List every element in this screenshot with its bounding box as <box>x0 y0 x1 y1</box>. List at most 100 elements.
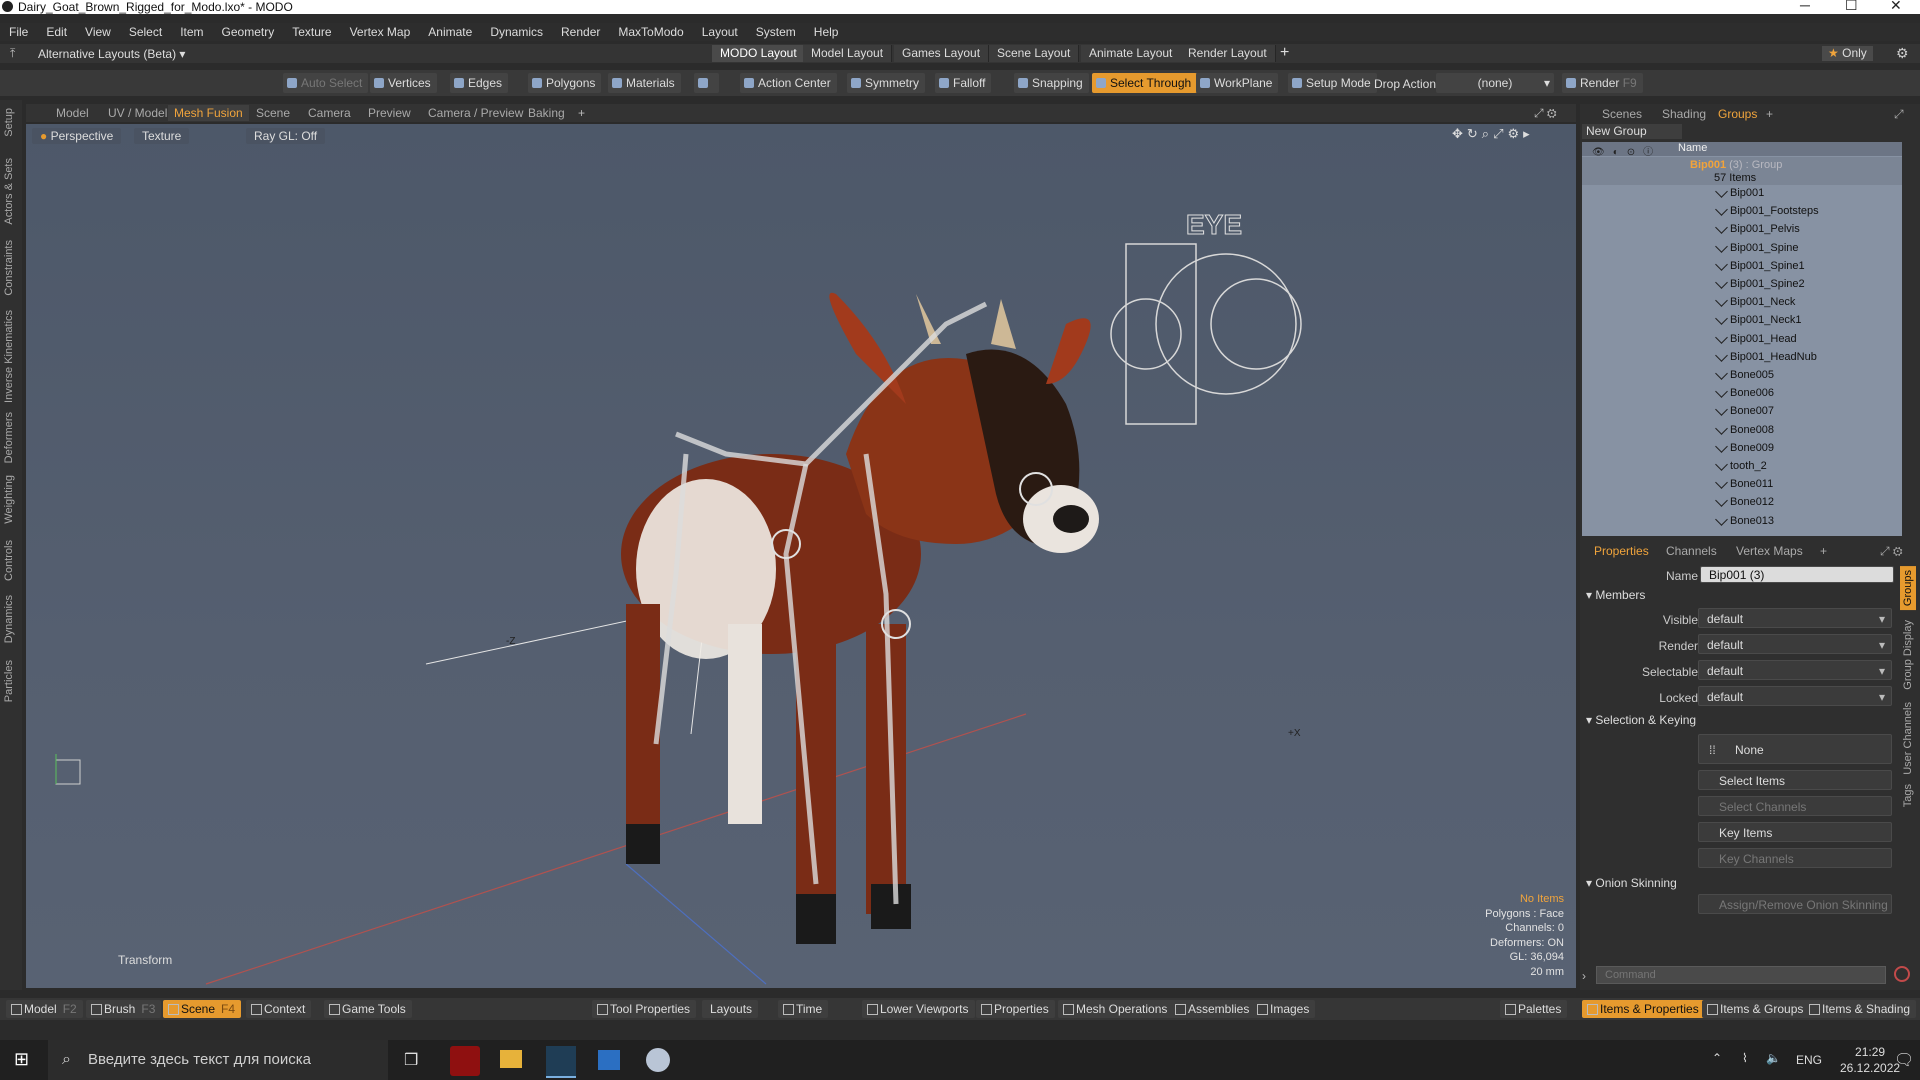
vtab-dynamics[interactable]: Dynamics <box>3 595 15 643</box>
group-list-item[interactable]: Bone011 <box>1715 476 1773 493</box>
workplane-button[interactable]: WorkPlane <box>1196 73 1279 93</box>
expand-viewport-icon[interactable]: ⤢ ⚙ <box>1528 105 1563 121</box>
tab-channels[interactable]: Channels <box>1666 544 1717 558</box>
vtab-inverse-kinematics[interactable]: Inverse Kinematics <box>3 310 15 403</box>
menu-view[interactable]: View <box>85 25 111 39</box>
tab-scene[interactable]: Scene <box>250 105 296 121</box>
layout-arrow-icon[interactable]: ⤒ <box>10 46 15 61</box>
groups-list[interactable]: Name 👁◐⊙ⓘ Bip001 (3) : Group 57 Items Bi… <box>1582 142 1902 536</box>
falloff-button[interactable]: Falloff <box>935 73 992 93</box>
name-column-header[interactable]: Name <box>1678 142 1707 154</box>
only-button[interactable]: ★ Only <box>1822 46 1873 61</box>
tab-preview[interactable]: Preview <box>362 105 417 121</box>
group-list-item[interactable]: Bip001_Spine1 <box>1715 257 1805 275</box>
taskbar-clock[interactable]: 21:29 26.12.2022 <box>1840 1044 1900 1076</box>
group-list-item[interactable]: Bone008 <box>1715 421 1774 439</box>
tab-uv-model[interactable]: UV / Model <box>102 105 173 121</box>
mesh-operations-button[interactable]: Mesh Operations <box>1058 1000 1174 1018</box>
group-list-item[interactable]: Bone005 <box>1715 367 1774 384</box>
symmetry-button[interactable]: Symmetry <box>847 73 925 93</box>
key-channels-button[interactable]: Key Channels <box>1698 848 1892 868</box>
tab-camera[interactable]: Camera <box>302 105 357 121</box>
items-shading-button[interactable]: Items & Shading <box>1804 1000 1917 1018</box>
menu-render[interactable]: Render <box>561 25 600 39</box>
alternative-layouts-dropdown[interactable]: Alternative Layouts (Beta) ▾ <box>38 47 185 61</box>
side-tab-user-channels[interactable]: User Channels <box>1902 702 1914 775</box>
menu-edit[interactable]: Edit <box>46 25 67 39</box>
side-tab-tags[interactable]: Tags <box>1902 784 1914 807</box>
menu-vertex-map[interactable]: Vertex Map <box>350 25 411 39</box>
auto-select-button[interactable]: Auto Select <box>283 73 369 93</box>
visibility-column-icons[interactable]: 👁◐⊙ⓘ <box>1592 143 1661 158</box>
tab-vertex-maps[interactable]: Vertex Maps <box>1736 544 1803 558</box>
opera-taskbar-icon[interactable] <box>450 1046 480 1076</box>
group-list-item[interactable]: Bip001_Footsteps <box>1715 203 1819 220</box>
tab-model[interactable]: Model <box>50 105 95 121</box>
menu-animate[interactable]: Animate <box>428 25 472 39</box>
time-button[interactable]: Time <box>778 1000 829 1018</box>
selection-keying-section[interactable]: ▾ Selection & Keying <box>1586 713 1696 727</box>
vtab-weighting[interactable]: Weighting <box>3 475 15 524</box>
properties-button[interactable]: Properties <box>976 1000 1055 1018</box>
tool-properties-button[interactable]: Tool Properties <box>592 1000 697 1018</box>
drop-action-dropdown[interactable]: (none) ▾ <box>1436 73 1554 93</box>
group-list-item[interactable]: Bip001_Spine <box>1715 239 1799 257</box>
group-list-item[interactable]: Bone009 <box>1715 439 1774 457</box>
items-properties-button[interactable]: Items & Properties <box>1582 1000 1705 1018</box>
model-button[interactable]: Model F2 <box>6 1000 83 1018</box>
task-view-icon[interactable]: ❒ <box>404 1050 418 1070</box>
tab-mesh-fusion[interactable]: Mesh Fusion <box>168 105 249 121</box>
command-input[interactable] <box>1596 966 1886 984</box>
palettes-button[interactable]: Palettes <box>1500 1000 1568 1018</box>
close-icon[interactable]: ✕ <box>1890 0 1902 14</box>
new-group-button[interactable]: New Group <box>1582 124 1682 139</box>
menu-maxtomodo[interactable]: MaxToModo <box>618 25 683 39</box>
speaker-icon[interactable]: 🔈 <box>1766 1051 1781 1065</box>
menu-select[interactable]: Select <box>129 25 162 39</box>
notifications-icon[interactable]: 🗨 <box>1894 1050 1914 1070</box>
selection-sets-button[interactable] <box>694 73 720 93</box>
expand-panel-icon[interactable]: ⤢ <box>1888 106 1910 122</box>
selection-set-none[interactable]: ⁞⁞ None <box>1698 734 1892 764</box>
group-list-item[interactable]: Bip001 <box>1715 185 1764 202</box>
vertices-button[interactable]: Vertices <box>370 73 437 93</box>
props-expand-icon[interactable]: ⤢ ⚙ <box>1880 544 1903 559</box>
select-through-button[interactable]: Select Through <box>1092 73 1198 93</box>
3d-viewport[interactable]: ● Perspective Texture Ray GL: Off ✥↻⌕⤢⚙▸ <box>26 124 1576 988</box>
context-button[interactable]: Context <box>246 1000 312 1018</box>
add-props-tab-icon[interactable]: + <box>1820 544 1827 558</box>
select-items-button[interactable]: Select Items <box>1698 770 1892 790</box>
group-list-item[interactable]: tooth_2 <box>1715 458 1767 475</box>
render-button[interactable]: Render F9 <box>1562 73 1643 93</box>
side-tab-group-display[interactable]: Group Display <box>1902 620 1914 690</box>
scene-button[interactable]: Scene F4 <box>163 1000 242 1018</box>
group-name-input[interactable]: Bip001 (3) <box>1700 566 1894 583</box>
menu-file[interactable]: File <box>9 25 28 39</box>
assign-onion-button[interactable]: Assign/Remove Onion Skinning <box>1698 894 1892 914</box>
language-indicator[interactable]: ENG <box>1796 1053 1822 1067</box>
game-tools-button[interactable]: Game Tools <box>324 1000 412 1018</box>
tray-chevron-icon[interactable]: ⌃ <box>1712 1051 1722 1065</box>
onion-skinning-section[interactable]: ▾ Onion Skinning <box>1586 876 1677 890</box>
vtab-actors-sets[interactable]: Actors & Sets <box>3 158 15 225</box>
paint-taskbar-icon[interactable] <box>646 1048 670 1072</box>
menu-system[interactable]: System <box>756 25 796 39</box>
menu-item[interactable]: Item <box>180 25 203 39</box>
modo-taskbar-icon[interactable] <box>546 1046 576 1078</box>
tab-animate-layout[interactable]: Animate Layout <box>1081 45 1182 62</box>
group-list-item[interactable]: Bone007 <box>1715 403 1774 420</box>
photos-taskbar-icon[interactable] <box>598 1050 620 1070</box>
lower-viewports-button[interactable]: Lower Viewports <box>862 1000 975 1018</box>
group-list-item[interactable]: Bone006 <box>1715 385 1774 402</box>
setup-mode-button[interactable]: Setup Mode <box>1288 73 1377 93</box>
tab-games-layout[interactable]: Games Layout <box>894 45 990 62</box>
tab-properties[interactable]: Properties <box>1594 544 1649 558</box>
file-explorer-taskbar-icon[interactable] <box>500 1050 522 1068</box>
items-groups-button[interactable]: Items & Groups <box>1702 1000 1810 1018</box>
selectable-dropdown[interactable]: default ▾ <box>1698 660 1892 680</box>
tab-shading[interactable]: Shading <box>1656 106 1712 122</box>
add-layout-icon[interactable]: + <box>1280 44 1289 62</box>
snapping-button[interactable]: Snapping <box>1014 73 1089 93</box>
vtab-deformers[interactable]: Deformers <box>3 412 15 463</box>
tab-modo-layout[interactable]: MODO Layout <box>712 45 806 62</box>
